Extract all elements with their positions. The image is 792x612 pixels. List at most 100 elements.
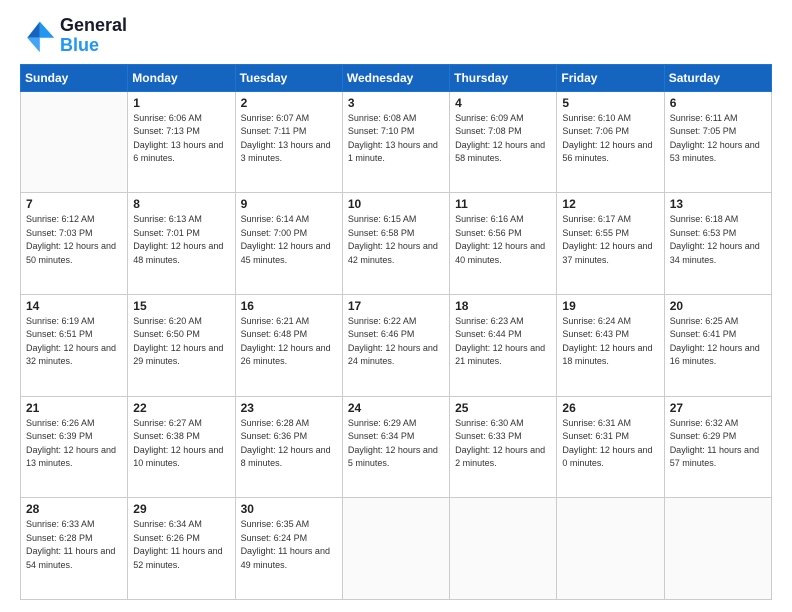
week-row-3: 21 Sunrise: 6:26 AMSunset: 6:39 PMDayligh… xyxy=(21,396,772,498)
day-number: 16 xyxy=(241,299,337,313)
day-cell: 15 Sunrise: 6:20 AMSunset: 6:50 PMDayligh… xyxy=(128,294,235,396)
logo: General Blue xyxy=(20,16,127,56)
day-number: 15 xyxy=(133,299,229,313)
day-cell: 30 Sunrise: 6:35 AMSunset: 6:24 PMDayligh… xyxy=(235,498,342,600)
day-cell: 26 Sunrise: 6:31 AMSunset: 6:31 PMDayligh… xyxy=(557,396,664,498)
day-info: Sunrise: 6:13 AMSunset: 7:01 PMDaylight:… xyxy=(133,213,229,267)
day-info: Sunrise: 6:10 AMSunset: 7:06 PMDaylight:… xyxy=(562,112,658,166)
day-cell xyxy=(664,498,771,600)
day-header-sunday: Sunday xyxy=(21,64,128,91)
day-number: 6 xyxy=(670,96,766,110)
day-cell xyxy=(342,498,449,600)
day-cell: 22Sunrise: 6:27 AMSunset: 6:38 PMDayligh… xyxy=(128,396,235,498)
day-info: Sunrise: 6:12 AMSunset: 7:03 PMDaylight:… xyxy=(26,213,122,267)
day-info: Sunrise: 6:28 AMSunset: 6:36 PMDaylight:… xyxy=(241,417,337,471)
day-info: Sunrise: 6:29 AMSunset: 6:34 PMDaylight:… xyxy=(348,417,444,471)
day-info: Sunrise: 6:17 AMSunset: 6:55 PMDaylight:… xyxy=(562,213,658,267)
day-cell: 25 Sunrise: 6:30 AMSunset: 6:33 PMDayligh… xyxy=(450,396,557,498)
day-number: 2 xyxy=(241,96,337,110)
day-number: 7 xyxy=(26,197,122,211)
week-row-0: 1Sunrise: 6:06 AMSunset: 7:13 PMDaylight… xyxy=(21,91,772,193)
day-info: Sunrise: 6:20 AMSunset: 6:50 PMDaylight:… xyxy=(133,315,229,369)
day-header-monday: Monday xyxy=(128,64,235,91)
day-info: Sunrise: 6:16 AMSunset: 6:56 PMDaylight:… xyxy=(455,213,551,267)
day-cell: 10 Sunrise: 6:15 AMSunset: 6:58 PMDayligh… xyxy=(342,193,449,295)
day-cell: 6 Sunrise: 6:11 AMSunset: 7:05 PMDaylight… xyxy=(664,91,771,193)
day-number: 22 xyxy=(133,401,229,415)
logo-text: General Blue xyxy=(60,16,127,56)
header-row: SundayMondayTuesdayWednesdayThursdayFrid… xyxy=(21,64,772,91)
day-number: 1 xyxy=(133,96,229,110)
day-cell xyxy=(21,91,128,193)
day-number: 19 xyxy=(562,299,658,313)
day-header-tuesday: Tuesday xyxy=(235,64,342,91)
day-cell: 3Sunrise: 6:08 AMSunset: 7:10 PMDaylight… xyxy=(342,91,449,193)
header: General Blue xyxy=(20,16,772,56)
day-number: 3 xyxy=(348,96,444,110)
day-cell: 24 Sunrise: 6:29 AMSunset: 6:34 PMDayligh… xyxy=(342,396,449,498)
day-info: Sunrise: 6:34 AMSunset: 6:26 PMDaylight:… xyxy=(133,518,229,572)
day-number: 8 xyxy=(133,197,229,211)
day-info: Sunrise: 6:11 AMSunset: 7:05 PMDaylight:… xyxy=(670,112,766,166)
day-number: 5 xyxy=(562,96,658,110)
day-info: Sunrise: 6:09 AMSunset: 7:08 PMDaylight:… xyxy=(455,112,551,166)
day-cell: 23Sunrise: 6:28 AMSunset: 6:36 PMDayligh… xyxy=(235,396,342,498)
day-number: 17 xyxy=(348,299,444,313)
day-cell: 13 Sunrise: 6:18 AMSunset: 6:53 PMDayligh… xyxy=(664,193,771,295)
day-cell: 16 Sunrise: 6:21 AMSunset: 6:48 PMDayligh… xyxy=(235,294,342,396)
day-info: Sunrise: 6:22 AMSunset: 6:46 PMDaylight:… xyxy=(348,315,444,369)
day-number: 26 xyxy=(562,401,658,415)
day-number: 24 xyxy=(348,401,444,415)
day-number: 30 xyxy=(241,502,337,516)
day-cell xyxy=(450,498,557,600)
day-header-saturday: Saturday xyxy=(664,64,771,91)
day-number: 21 xyxy=(26,401,122,415)
day-cell: 9 Sunrise: 6:14 AMSunset: 7:00 PMDaylight… xyxy=(235,193,342,295)
day-info: Sunrise: 6:19 AMSunset: 6:51 PMDaylight:… xyxy=(26,315,122,369)
day-number: 14 xyxy=(26,299,122,313)
day-cell: 19 Sunrise: 6:24 AMSunset: 6:43 PMDayligh… xyxy=(557,294,664,396)
day-cell: 21 Sunrise: 6:26 AMSunset: 6:39 PMDayligh… xyxy=(21,396,128,498)
day-number: 12 xyxy=(562,197,658,211)
day-header-thursday: Thursday xyxy=(450,64,557,91)
day-info: Sunrise: 6:32 AMSunset: 6:29 PMDaylight:… xyxy=(670,417,766,471)
day-cell: 28 Sunrise: 6:33 AMSunset: 6:28 PMDayligh… xyxy=(21,498,128,600)
day-header-wednesday: Wednesday xyxy=(342,64,449,91)
day-cell: 20 Sunrise: 6:25 AMSunset: 6:41 PMDayligh… xyxy=(664,294,771,396)
day-cell: 18Sunrise: 6:23 AMSunset: 6:44 PMDayligh… xyxy=(450,294,557,396)
day-number: 29 xyxy=(133,502,229,516)
day-cell: 14 Sunrise: 6:19 AMSunset: 6:51 PMDayligh… xyxy=(21,294,128,396)
day-cell: 29 Sunrise: 6:34 AMSunset: 6:26 PMDayligh… xyxy=(128,498,235,600)
day-cell xyxy=(557,498,664,600)
week-row-4: 28 Sunrise: 6:33 AMSunset: 6:28 PMDayligh… xyxy=(21,498,772,600)
day-info: Sunrise: 6:15 AMSunset: 6:58 PMDaylight:… xyxy=(348,213,444,267)
day-info: Sunrise: 6:35 AMSunset: 6:24 PMDaylight:… xyxy=(241,518,337,572)
day-info: Sunrise: 6:30 AMSunset: 6:33 PMDaylight:… xyxy=(455,417,551,471)
day-header-friday: Friday xyxy=(557,64,664,91)
day-info: Sunrise: 6:14 AMSunset: 7:00 PMDaylight:… xyxy=(241,213,337,267)
day-cell: 12 Sunrise: 6:17 AMSunset: 6:55 PMDayligh… xyxy=(557,193,664,295)
day-number: 20 xyxy=(670,299,766,313)
calendar-table: SundayMondayTuesdayWednesdayThursdayFrid… xyxy=(20,64,772,600)
page: General Blue SundayMondayTuesdayWednesda… xyxy=(0,0,792,612)
day-number: 25 xyxy=(455,401,551,415)
day-info: Sunrise: 6:33 AMSunset: 6:28 PMDaylight:… xyxy=(26,518,122,572)
day-info: Sunrise: 6:31 AMSunset: 6:31 PMDaylight:… xyxy=(562,417,658,471)
day-number: 10 xyxy=(348,197,444,211)
day-cell: 4 Sunrise: 6:09 AMSunset: 7:08 PMDaylight… xyxy=(450,91,557,193)
day-info: Sunrise: 6:26 AMSunset: 6:39 PMDaylight:… xyxy=(26,417,122,471)
logo-icon xyxy=(20,18,56,54)
day-info: Sunrise: 6:18 AMSunset: 6:53 PMDaylight:… xyxy=(670,213,766,267)
day-number: 13 xyxy=(670,197,766,211)
day-cell: 7 Sunrise: 6:12 AMSunset: 7:03 PMDaylight… xyxy=(21,193,128,295)
day-info: Sunrise: 6:07 AMSunset: 7:11 PMDaylight:… xyxy=(241,112,337,166)
day-info: Sunrise: 6:21 AMSunset: 6:48 PMDaylight:… xyxy=(241,315,337,369)
day-cell: 5 Sunrise: 6:10 AMSunset: 7:06 PMDaylight… xyxy=(557,91,664,193)
day-number: 9 xyxy=(241,197,337,211)
day-info: Sunrise: 6:25 AMSunset: 6:41 PMDaylight:… xyxy=(670,315,766,369)
day-number: 28 xyxy=(26,502,122,516)
day-info: Sunrise: 6:23 AMSunset: 6:44 PMDaylight:… xyxy=(455,315,551,369)
day-info: Sunrise: 6:24 AMSunset: 6:43 PMDaylight:… xyxy=(562,315,658,369)
day-cell: 11Sunrise: 6:16 AMSunset: 6:56 PMDayligh… xyxy=(450,193,557,295)
day-number: 4 xyxy=(455,96,551,110)
